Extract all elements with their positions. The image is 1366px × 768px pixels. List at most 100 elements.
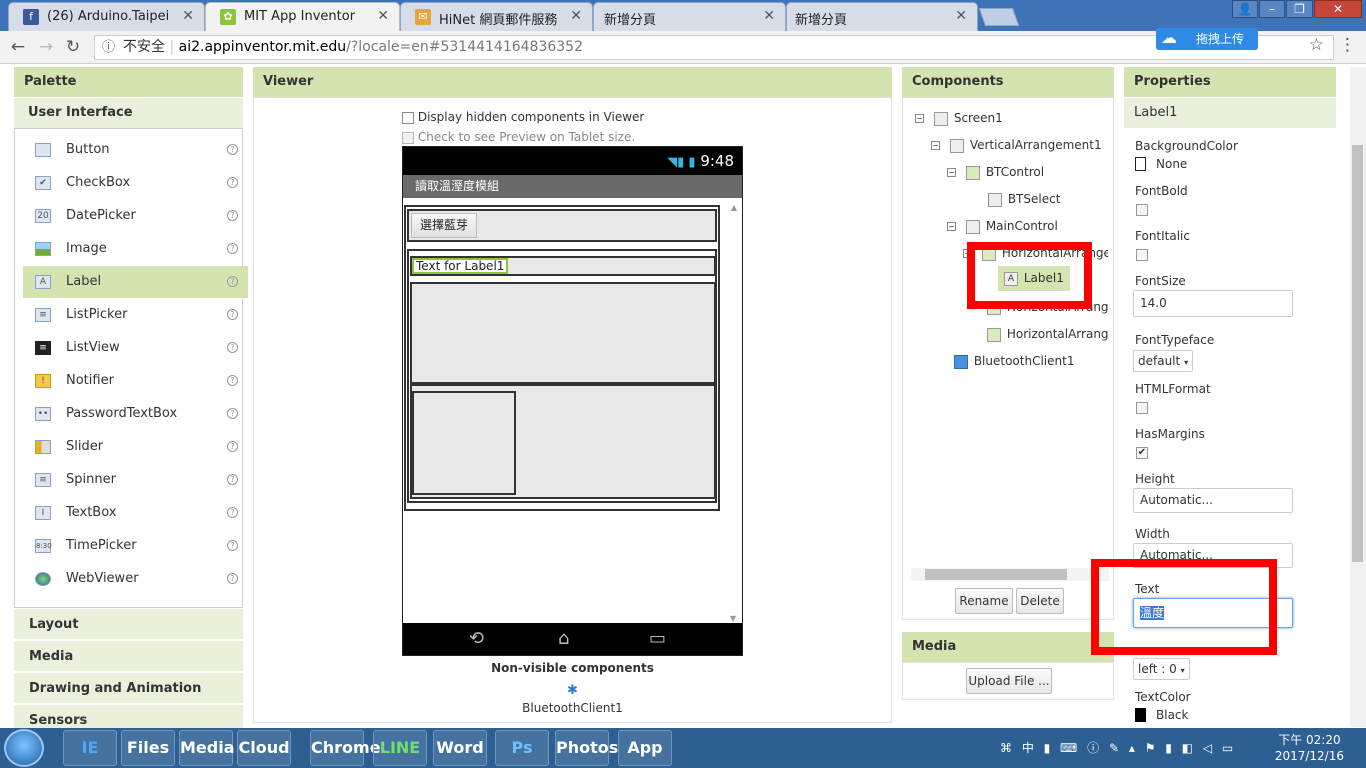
tree-screen1[interactable]: − Screen1 [915,111,1003,126]
collapse-icon[interactable]: − [947,222,956,231]
tab-new-2[interactable]: 新增分頁 ✕ [786,2,978,31]
collapse-icon[interactable]: − [947,168,956,177]
rename-button[interactable]: Rename [955,588,1013,614]
btcontrol-arrangement[interactable]: 選擇藍芽 [407,209,717,242]
back-icon[interactable]: ← [8,37,28,57]
color-swatch-black[interactable] [1135,708,1146,722]
maincontrol-arrangement[interactable]: Text for Label1 [407,249,717,503]
help-icon[interactable]: ? [227,177,238,188]
palette-item-label-selected[interactable]: A Label? [23,266,248,298]
taskbar-files-icon[interactable]: Files [121,730,175,766]
palette-item-checkbox[interactable]: ✔ CheckBox? [23,167,248,199]
info-icon[interactable]: ⓘ [102,36,115,59]
taskbar-media-icon[interactable]: Media [179,730,235,766]
close-icon[interactable]: ✕ [763,8,775,24]
upload-extension-button[interactable]: ☁ 拖拽上传 [1156,28,1258,50]
palette-item-textbox[interactable]: I TextBox? [23,497,248,529]
help-icon[interactable]: ? [227,144,238,155]
taskbar-app-icon[interactable]: App [618,730,672,766]
palette-item-spinner[interactable]: ≡ Spinner? [23,464,248,496]
help-icon[interactable]: ? [227,474,238,485]
taskbar-chrome-icon[interactable]: Chrome [310,730,381,766]
user-icon[interactable]: 👤 [1232,0,1258,18]
taskbar-ie-icon[interactable]: IE [63,730,117,766]
nonvisible-bluetoothclient1[interactable]: BluetoothClient1 [254,701,891,715]
help-icon[interactable]: ? [227,309,238,320]
tab-new-1[interactable]: 新增分頁 ✕ [593,2,786,31]
palette-section-user-interface[interactable]: User Interface [14,98,243,128]
tree-verticalarrangement1[interactable]: − VerticalArrangement1 [931,138,1102,153]
tree-horizontalarrangement3[interactable]: HorizontalArrangement3 [987,327,1108,342]
tab-mit-app-inventor[interactable]: ✿ MIT App Inventor ✕ [205,2,400,31]
tablet-preview-checkbox[interactable] [402,131,414,144]
tablet-preview-row[interactable]: Check to see Preview on Tablet size. [402,130,635,144]
forward-icon[interactable]: → [36,37,56,57]
taskbar-word-icon[interactable]: Word [433,730,487,766]
tree-bluetoothclient1[interactable]: BluetoothClient1 [954,354,1074,369]
fontbold-checkbox[interactable] [1136,204,1148,216]
close-icon[interactable]: ✕ [377,8,389,24]
palette-item-slider[interactable]: Slider? [23,431,248,463]
horizontal-arrangement3[interactable] [410,384,716,499]
close-icon[interactable]: ✕ [955,8,967,24]
close-icon[interactable]: ✕ [182,8,194,24]
palette-item-datepicker[interactable]: 20 DatePicker? [23,200,248,232]
palette-item-listview[interactable]: ≡ ListView? [23,332,248,364]
palette-category-media[interactable]: Media [14,641,243,672]
palette-item-listpicker[interactable]: ≡ ListPicker? [23,299,248,331]
palette-item-timepicker[interactable]: 8:30 TimePicker? [23,530,248,562]
system-tray[interactable]: ⌘ 中 ▮ ⌨ ⓘ ✎ ▴ ⚑ ▮ ◧ ◁ ▭ [1000,728,1270,768]
menu-icon[interactable]: ⋮ [1339,35,1356,55]
delete-button[interactable]: Delete [1016,588,1064,614]
hscroll-thumb[interactable] [925,569,1067,580]
tree-maincontrol[interactable]: − MainControl [947,219,1058,234]
bluetooth-icon[interactable]: ✱ [254,683,891,698]
palette-category-drawing-animation[interactable]: Drawing and Animation [14,673,243,704]
fonttypeface-select[interactable]: default ▾ [1133,350,1194,372]
textalignment-select[interactable]: left : 0 ▾ [1133,658,1190,680]
prop-backgroundcolor-value[interactable]: None [1156,157,1187,171]
color-swatch-none[interactable] [1135,157,1146,171]
new-tab-button[interactable] [978,8,1020,26]
taskbar-line-icon[interactable]: LINE [373,730,427,766]
palette-category-layout[interactable]: Layout [14,609,243,640]
phone-scrollbar[interactable]: ▲ ▼ [728,203,740,623]
help-icon[interactable]: ? [227,441,238,452]
display-hidden-checkbox[interactable] [402,111,414,124]
palette-item-webviewer[interactable]: WebViewer? [23,563,248,595]
tab-hinet-mail[interactable]: ✉ HiNet 網頁郵件服務 ✕ [400,2,593,31]
address-bar[interactable]: ⓘ 不安全 | ai2.appinventor.mit.edu/?locale=… [94,35,1334,60]
help-icon[interactable]: ? [227,243,238,254]
horizontal-arrangement1[interactable]: Text for Label1 [410,256,716,276]
tree-btselect[interactable]: BTSelect [988,192,1060,207]
htmlformat-checkbox[interactable] [1136,402,1148,414]
page-scroll-thumb[interactable] [1352,145,1363,562]
collapse-icon[interactable]: − [915,114,924,123]
hasmargins-checkbox[interactable]: ✔ [1136,447,1148,459]
help-icon[interactable]: ? [227,408,238,419]
tab-arduino-taipei[interactable]: f (26) Arduino.Taipei ✕ [8,2,205,31]
help-icon[interactable]: ? [227,540,238,551]
minimize-button[interactable]: – [1259,0,1285,18]
system-clock[interactable]: 下午 02:20 2017/12/16 [1275,732,1344,764]
upload-file-button[interactable]: Upload File ... [966,668,1052,694]
collapse-icon[interactable]: − [931,141,940,150]
help-icon[interactable]: ? [227,210,238,221]
btselect-button[interactable]: 選擇藍芽 [411,213,477,238]
palette-item-passwordtextbox[interactable]: •• PasswordTextBox? [23,398,248,430]
window-close-button[interactable]: ✕ [1314,0,1362,18]
close-icon[interactable]: ✕ [570,8,582,24]
height-input[interactable]: Automatic... [1133,488,1293,513]
help-icon[interactable]: ? [227,342,238,353]
bookmark-star-icon[interactable]: ☆ [1309,35,1324,55]
fontitalic-checkbox[interactable] [1136,249,1148,261]
vertical-arrangement1[interactable]: 選擇藍芽 Text for Label1 [404,205,720,511]
fontsize-input[interactable]: 14.0 [1133,290,1293,317]
help-icon[interactable]: ? [227,375,238,386]
components-hscrollbar[interactable] [911,568,1109,581]
display-hidden-row[interactable]: Display hidden components in Viewer [402,110,644,124]
nested-arrangement[interactable] [412,391,516,495]
page-scrollbar[interactable] [1350,67,1366,727]
taskbar-photos-icon[interactable]: Photos [555,730,618,766]
help-icon[interactable]: ? [227,573,238,584]
